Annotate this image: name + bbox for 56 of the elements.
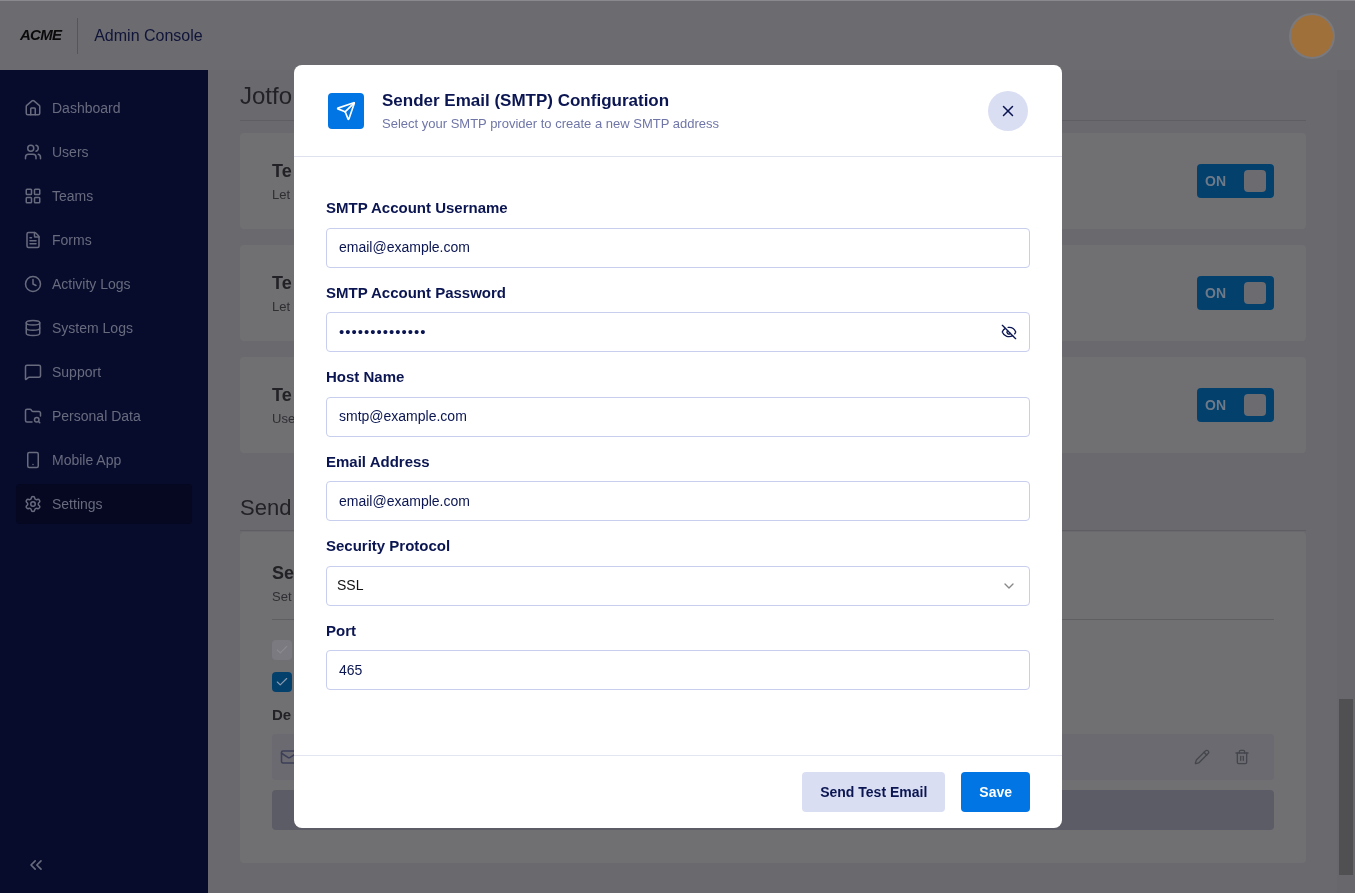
checkbox[interactable] [272, 671, 292, 692]
sidebar-item[interactable]: Teams [16, 176, 192, 216]
field-label: Host Name [326, 367, 406, 387]
card-description: Use [272, 409, 296, 428]
sidebar-item[interactable]: Support [16, 352, 192, 392]
card-description: Set [272, 588, 292, 606]
select-field[interactable]: SSL [326, 565, 1030, 606]
settings-icon [24, 495, 42, 513]
database-icon [24, 319, 42, 337]
phone-icon [24, 451, 42, 469]
card-title: Se [272, 562, 295, 585]
document-icon [24, 231, 42, 249]
card-description: Let [272, 297, 291, 316]
sidebar-item[interactable]: Users [16, 132, 192, 172]
users-icon [24, 143, 42, 161]
sidebar-item[interactable]: Mobile App [16, 440, 192, 480]
toggle-switch[interactable]: ON [1197, 276, 1274, 310]
card-title: Te [272, 271, 292, 295]
clock-icon [24, 275, 42, 293]
field-label: SMTP Account Username [326, 198, 509, 218]
save-button[interactable]: Save [961, 772, 1030, 812]
card-description: Let [272, 185, 291, 204]
avatar[interactable] [1289, 12, 1335, 59]
delete-icon[interactable] [1234, 749, 1250, 765]
close-button[interactable] [988, 90, 1028, 131]
home-icon [24, 99, 42, 117]
chat-icon [24, 363, 42, 381]
field-label: SMTP Account Password [326, 282, 508, 303]
input-field[interactable]: smtp@example.com [326, 396, 1030, 437]
send-icon [328, 92, 364, 129]
modal-title: Sender Email (SMTP) Configuration [382, 90, 671, 112]
toggle-switch[interactable]: ON [1197, 388, 1274, 422]
app-title: Admin Console [94, 25, 203, 46]
logo: ACME [20, 25, 62, 46]
input-field[interactable]: email@example.com [326, 227, 1030, 268]
input-field[interactable]: •••••••••••••• [326, 312, 1030, 352]
input-field[interactable]: email@example.com [326, 481, 1030, 521]
card-title: Te [272, 159, 292, 183]
card-title: Te [272, 383, 292, 407]
folder-icon [24, 407, 42, 425]
edit-icon[interactable] [1194, 749, 1210, 765]
field-label: Email Address [326, 451, 431, 472]
sidebar-item[interactable]: Forms [16, 220, 192, 260]
field-label: Security Protocol [326, 536, 452, 556]
sidebar-item[interactable]: Activity Logs [16, 264, 192, 304]
sidebar-item[interactable]: Dashboard [16, 88, 192, 128]
sidebar-item[interactable]: Settings [16, 484, 192, 524]
subsection-title: De [272, 704, 292, 725]
send-test-button[interactable]: Send Test Email [802, 772, 946, 812]
hide-password-icon[interactable] [1001, 324, 1017, 340]
sidebar-item[interactable]: System Logs [16, 308, 192, 348]
field-label: Port [326, 620, 357, 641]
sidebar-item[interactable]: Personal Data [16, 396, 192, 436]
input-field[interactable]: 465 [326, 650, 1030, 690]
grid-icon [24, 187, 42, 205]
toggle-switch[interactable]: ON [1197, 164, 1274, 198]
